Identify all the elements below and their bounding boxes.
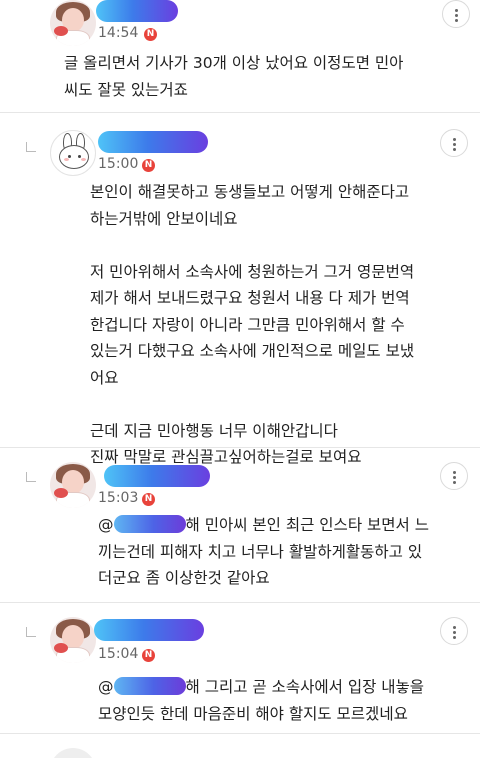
comment-text: 글 올리면서 기사가 30개 이상 났어요 이정도면 민아 씨도 잘못 있는거죠: [64, 54, 404, 99]
comment-time: 15:04: [98, 646, 139, 662]
more-options-icon[interactable]: [440, 617, 468, 645]
comment-item: 15:04 N @ 해 그리고 곧 소속사에서 입장 내놓을 모양인듯 한데 마음…: [0, 603, 480, 733]
comment-text: @ 해 그리고 곧 소속사에서 입장 내놓을 모양인듯 한데 마음준비 해야 할지…: [98, 674, 470, 727]
new-badge-icon: N: [142, 649, 155, 662]
comment-time: 14:54: [98, 25, 139, 41]
new-badge-icon: N: [144, 28, 157, 41]
mention-redacted[interactable]: [113, 677, 186, 695]
comment-text: @ 해 민아씨 본인 최근 인스타 보면서 느 끼는건데 피해자 치고 너무나 활…: [98, 512, 470, 592]
mention-redacted[interactable]: [113, 515, 186, 533]
avatar[interactable]: [50, 0, 96, 46]
divider: [0, 733, 480, 734]
author-name-redacted[interactable]: [94, 619, 204, 641]
more-options-icon[interactable]: [440, 129, 468, 157]
comment-text-rest: 끼는건데 피해자 치고 너무나 활발하게활동하고 있 더군요 좀 이상한것 같아…: [98, 542, 423, 588]
mention-prefix: @: [98, 678, 114, 696]
reply-indent-icon: [26, 142, 36, 152]
comment-text-rest: 모양인듯 한데 마음준비 해야 할지도 모르겠네요: [98, 704, 408, 723]
more-options-icon[interactable]: [442, 0, 470, 28]
mention-suffix: 해: [185, 516, 200, 534]
more-options-icon[interactable]: [440, 462, 468, 490]
comment-text-line1: 그리고 곧 소속사에서 입장 내놓을: [199, 678, 425, 696]
comment-time: 15:03: [98, 490, 139, 506]
comment-time: 15:00: [98, 156, 139, 172]
comment-item: 15:03 N @ 해 민아씨 본인 최근 인스타 보면서 느 끼는건데 피해자 …: [0, 448, 480, 602]
avatar[interactable]: [50, 462, 96, 508]
author-name-redacted[interactable]: [104, 465, 210, 487]
mention-suffix: 해: [185, 678, 200, 696]
comment-item: 14:54 N 글 올리면서 기사가 30개 이상 났어요 이정도면 민아 씨도…: [0, 0, 480, 112]
reply-indent-icon: [26, 472, 36, 482]
comment-item: 15:00 N 본인이 해결못하고 동생들보고 어떻게 안해준다고 하는거밖에 …: [0, 113, 480, 466]
new-badge-icon: N: [142, 159, 155, 172]
new-badge-icon: N: [142, 493, 155, 506]
author-name-redacted[interactable]: [96, 0, 178, 22]
avatar[interactable]: [50, 748, 96, 758]
avatar[interactable]: [50, 130, 96, 176]
mention-prefix: @: [98, 516, 114, 534]
reply-indent-icon: [26, 627, 36, 637]
comment-text-line1: 민아씨 본인 최근 인스타 보면서 느: [199, 516, 429, 534]
comment-text: 본인이 해결못하고 동생들보고 어떻게 안해준다고 하는거밖에 안보이네요 저 …: [90, 183, 415, 466]
author-name-redacted[interactable]: [98, 131, 208, 153]
avatar[interactable]: [50, 617, 96, 663]
